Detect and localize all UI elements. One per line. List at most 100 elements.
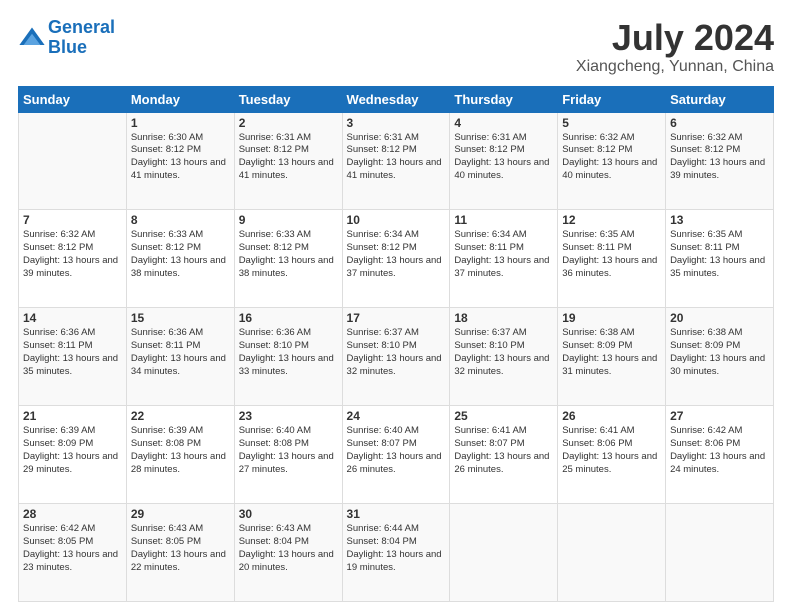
calendar-week-row: 14 Sunrise: 6:36 AMSunset: 8:11 PMDayligh…	[19, 308, 774, 406]
day-number: 23	[239, 409, 338, 423]
calendar-cell: 22 Sunrise: 6:39 AMSunset: 8:08 PMDayligh…	[126, 406, 234, 504]
calendar-cell: 26Sunrise: 6:41 AMSunset: 8:06 PMDayligh…	[558, 406, 666, 504]
page: General Blue July 2024 Xiangcheng, Yunna…	[0, 0, 792, 612]
calendar-cell	[450, 504, 558, 602]
cell-info: Sunrise: 6:38 AMSunset: 8:09 PMDaylight:…	[670, 327, 765, 376]
calendar-week-row: 1 Sunrise: 6:30 AMSunset: 8:12 PMDaylight…	[19, 112, 774, 210]
header: General Blue July 2024 Xiangcheng, Yunna…	[18, 18, 774, 76]
day-number: 3	[347, 116, 446, 130]
cell-info: Sunrise: 6:30 AMSunset: 8:12 PMDaylight:…	[131, 132, 226, 181]
cell-info: Sunrise: 6:40 AMSunset: 8:08 PMDaylight:…	[239, 425, 334, 474]
day-number: 1	[131, 116, 230, 130]
calendar-cell: 5 Sunrise: 6:32 AMSunset: 8:12 PMDaylight…	[558, 112, 666, 210]
day-number: 13	[670, 213, 769, 227]
calendar-table: Sunday Monday Tuesday Wednesday Thursday…	[18, 86, 774, 602]
cell-info: Sunrise: 6:43 AMSunset: 8:04 PMDaylight:…	[239, 523, 334, 572]
sub-title: Xiangcheng, Yunnan, China	[576, 58, 774, 76]
cell-info: Sunrise: 6:32 AMSunset: 8:12 PMDaylight:…	[670, 132, 765, 181]
cell-info: Sunrise: 6:31 AMSunset: 8:12 PMDaylight:…	[347, 132, 442, 181]
day-number: 7	[23, 213, 122, 227]
col-saturday: Saturday	[666, 86, 774, 112]
calendar-cell: 30 Sunrise: 6:43 AMSunset: 8:04 PMDayligh…	[234, 504, 342, 602]
day-number: 21	[23, 409, 122, 423]
cell-info: Sunrise: 6:38 AMSunset: 8:09 PMDaylight:…	[562, 327, 657, 376]
calendar-cell	[558, 504, 666, 602]
day-number: 15	[131, 311, 230, 325]
calendar-cell: 31 Sunrise: 6:44 AMSunset: 8:04 PMDayligh…	[342, 504, 450, 602]
calendar-cell: 11 Sunrise: 6:34 AMSunset: 8:11 PMDayligh…	[450, 210, 558, 308]
cell-info: Sunrise: 6:40 AMSunset: 8:07 PMDaylight:…	[347, 425, 442, 474]
calendar-cell: 6 Sunrise: 6:32 AMSunset: 8:12 PMDaylight…	[666, 112, 774, 210]
calendar-cell: 23 Sunrise: 6:40 AMSunset: 8:08 PMDayligh…	[234, 406, 342, 504]
col-wednesday: Wednesday	[342, 86, 450, 112]
day-number: 4	[454, 116, 553, 130]
cell-info: Sunrise: 6:31 AMSunset: 8:12 PMDaylight:…	[454, 132, 549, 181]
col-sunday: Sunday	[19, 86, 127, 112]
col-friday: Friday	[558, 86, 666, 112]
day-number: 28	[23, 507, 122, 521]
cell-info: Sunrise: 6:36 AMSunset: 8:11 PMDaylight:…	[131, 327, 226, 376]
calendar-cell: 19 Sunrise: 6:38 AMSunset: 8:09 PMDayligh…	[558, 308, 666, 406]
cell-info: Sunrise: 6:33 AMSunset: 8:12 PMDaylight:…	[131, 229, 226, 278]
calendar-cell: 10Sunrise: 6:34 AMSunset: 8:12 PMDayligh…	[342, 210, 450, 308]
day-number: 5	[562, 116, 661, 130]
calendar-cell: 28 Sunrise: 6:42 AMSunset: 8:05 PMDayligh…	[19, 504, 127, 602]
logo: General Blue	[18, 18, 115, 58]
day-number: 8	[131, 213, 230, 227]
day-number: 11	[454, 213, 553, 227]
cell-info: Sunrise: 6:36 AMSunset: 8:10 PMDaylight:…	[239, 327, 334, 376]
day-number: 31	[347, 507, 446, 521]
day-number: 19	[562, 311, 661, 325]
day-number: 29	[131, 507, 230, 521]
main-title: July 2024	[576, 18, 774, 58]
logo-text: General Blue	[48, 18, 115, 58]
calendar-cell	[666, 504, 774, 602]
cell-info: Sunrise: 6:43 AMSunset: 8:05 PMDaylight:…	[131, 523, 226, 572]
day-number: 2	[239, 116, 338, 130]
day-number: 25	[454, 409, 553, 423]
calendar-header-row: Sunday Monday Tuesday Wednesday Thursday…	[19, 86, 774, 112]
calendar-week-row: 21Sunrise: 6:39 AMSunset: 8:09 PMDayligh…	[19, 406, 774, 504]
day-number: 22	[131, 409, 230, 423]
calendar-cell: 1 Sunrise: 6:30 AMSunset: 8:12 PMDaylight…	[126, 112, 234, 210]
day-number: 6	[670, 116, 769, 130]
calendar-cell: 4 Sunrise: 6:31 AMSunset: 8:12 PMDaylight…	[450, 112, 558, 210]
calendar-cell: 25Sunrise: 6:41 AMSunset: 8:07 PMDayligh…	[450, 406, 558, 504]
calendar-week-row: 28 Sunrise: 6:42 AMSunset: 8:05 PMDayligh…	[19, 504, 774, 602]
calendar-week-row: 7 Sunrise: 6:32 AMSunset: 8:12 PMDaylight…	[19, 210, 774, 308]
cell-info: Sunrise: 6:42 AMSunset: 8:05 PMDaylight:…	[23, 523, 118, 572]
calendar-cell: 14 Sunrise: 6:36 AMSunset: 8:11 PMDayligh…	[19, 308, 127, 406]
cell-info: Sunrise: 6:32 AMSunset: 8:12 PMDaylight:…	[23, 229, 118, 278]
day-number: 9	[239, 213, 338, 227]
day-number: 27	[670, 409, 769, 423]
cell-info: Sunrise: 6:36 AMSunset: 8:11 PMDaylight:…	[23, 327, 118, 376]
calendar-cell: 20Sunrise: 6:38 AMSunset: 8:09 PMDayligh…	[666, 308, 774, 406]
calendar-cell: 16Sunrise: 6:36 AMSunset: 8:10 PMDayligh…	[234, 308, 342, 406]
calendar-cell: 17Sunrise: 6:37 AMSunset: 8:10 PMDayligh…	[342, 308, 450, 406]
col-monday: Monday	[126, 86, 234, 112]
cell-info: Sunrise: 6:44 AMSunset: 8:04 PMDaylight:…	[347, 523, 442, 572]
cell-info: Sunrise: 6:34 AMSunset: 8:11 PMDaylight:…	[454, 229, 549, 278]
calendar-cell: 13Sunrise: 6:35 AMSunset: 8:11 PMDayligh…	[666, 210, 774, 308]
day-number: 24	[347, 409, 446, 423]
calendar-cell: 12Sunrise: 6:35 AMSunset: 8:11 PMDayligh…	[558, 210, 666, 308]
cell-info: Sunrise: 6:41 AMSunset: 8:06 PMDaylight:…	[562, 425, 657, 474]
day-number: 12	[562, 213, 661, 227]
col-tuesday: Tuesday	[234, 86, 342, 112]
calendar-cell: 7 Sunrise: 6:32 AMSunset: 8:12 PMDaylight…	[19, 210, 127, 308]
calendar-cell: 21Sunrise: 6:39 AMSunset: 8:09 PMDayligh…	[19, 406, 127, 504]
calendar-cell: 2 Sunrise: 6:31 AMSunset: 8:12 PMDaylight…	[234, 112, 342, 210]
calendar-cell: 29 Sunrise: 6:43 AMSunset: 8:05 PMDayligh…	[126, 504, 234, 602]
day-number: 10	[347, 213, 446, 227]
cell-info: Sunrise: 6:39 AMSunset: 8:08 PMDaylight:…	[131, 425, 226, 474]
calendar-cell	[19, 112, 127, 210]
day-number: 14	[23, 311, 122, 325]
day-number: 18	[454, 311, 553, 325]
logo-icon	[18, 24, 46, 52]
calendar-cell: 8 Sunrise: 6:33 AMSunset: 8:12 PMDaylight…	[126, 210, 234, 308]
cell-info: Sunrise: 6:32 AMSunset: 8:12 PMDaylight:…	[562, 132, 657, 181]
day-number: 17	[347, 311, 446, 325]
cell-info: Sunrise: 6:31 AMSunset: 8:12 PMDaylight:…	[239, 132, 334, 181]
day-number: 30	[239, 507, 338, 521]
calendar-cell: 27Sunrise: 6:42 AMSunset: 8:06 PMDayligh…	[666, 406, 774, 504]
